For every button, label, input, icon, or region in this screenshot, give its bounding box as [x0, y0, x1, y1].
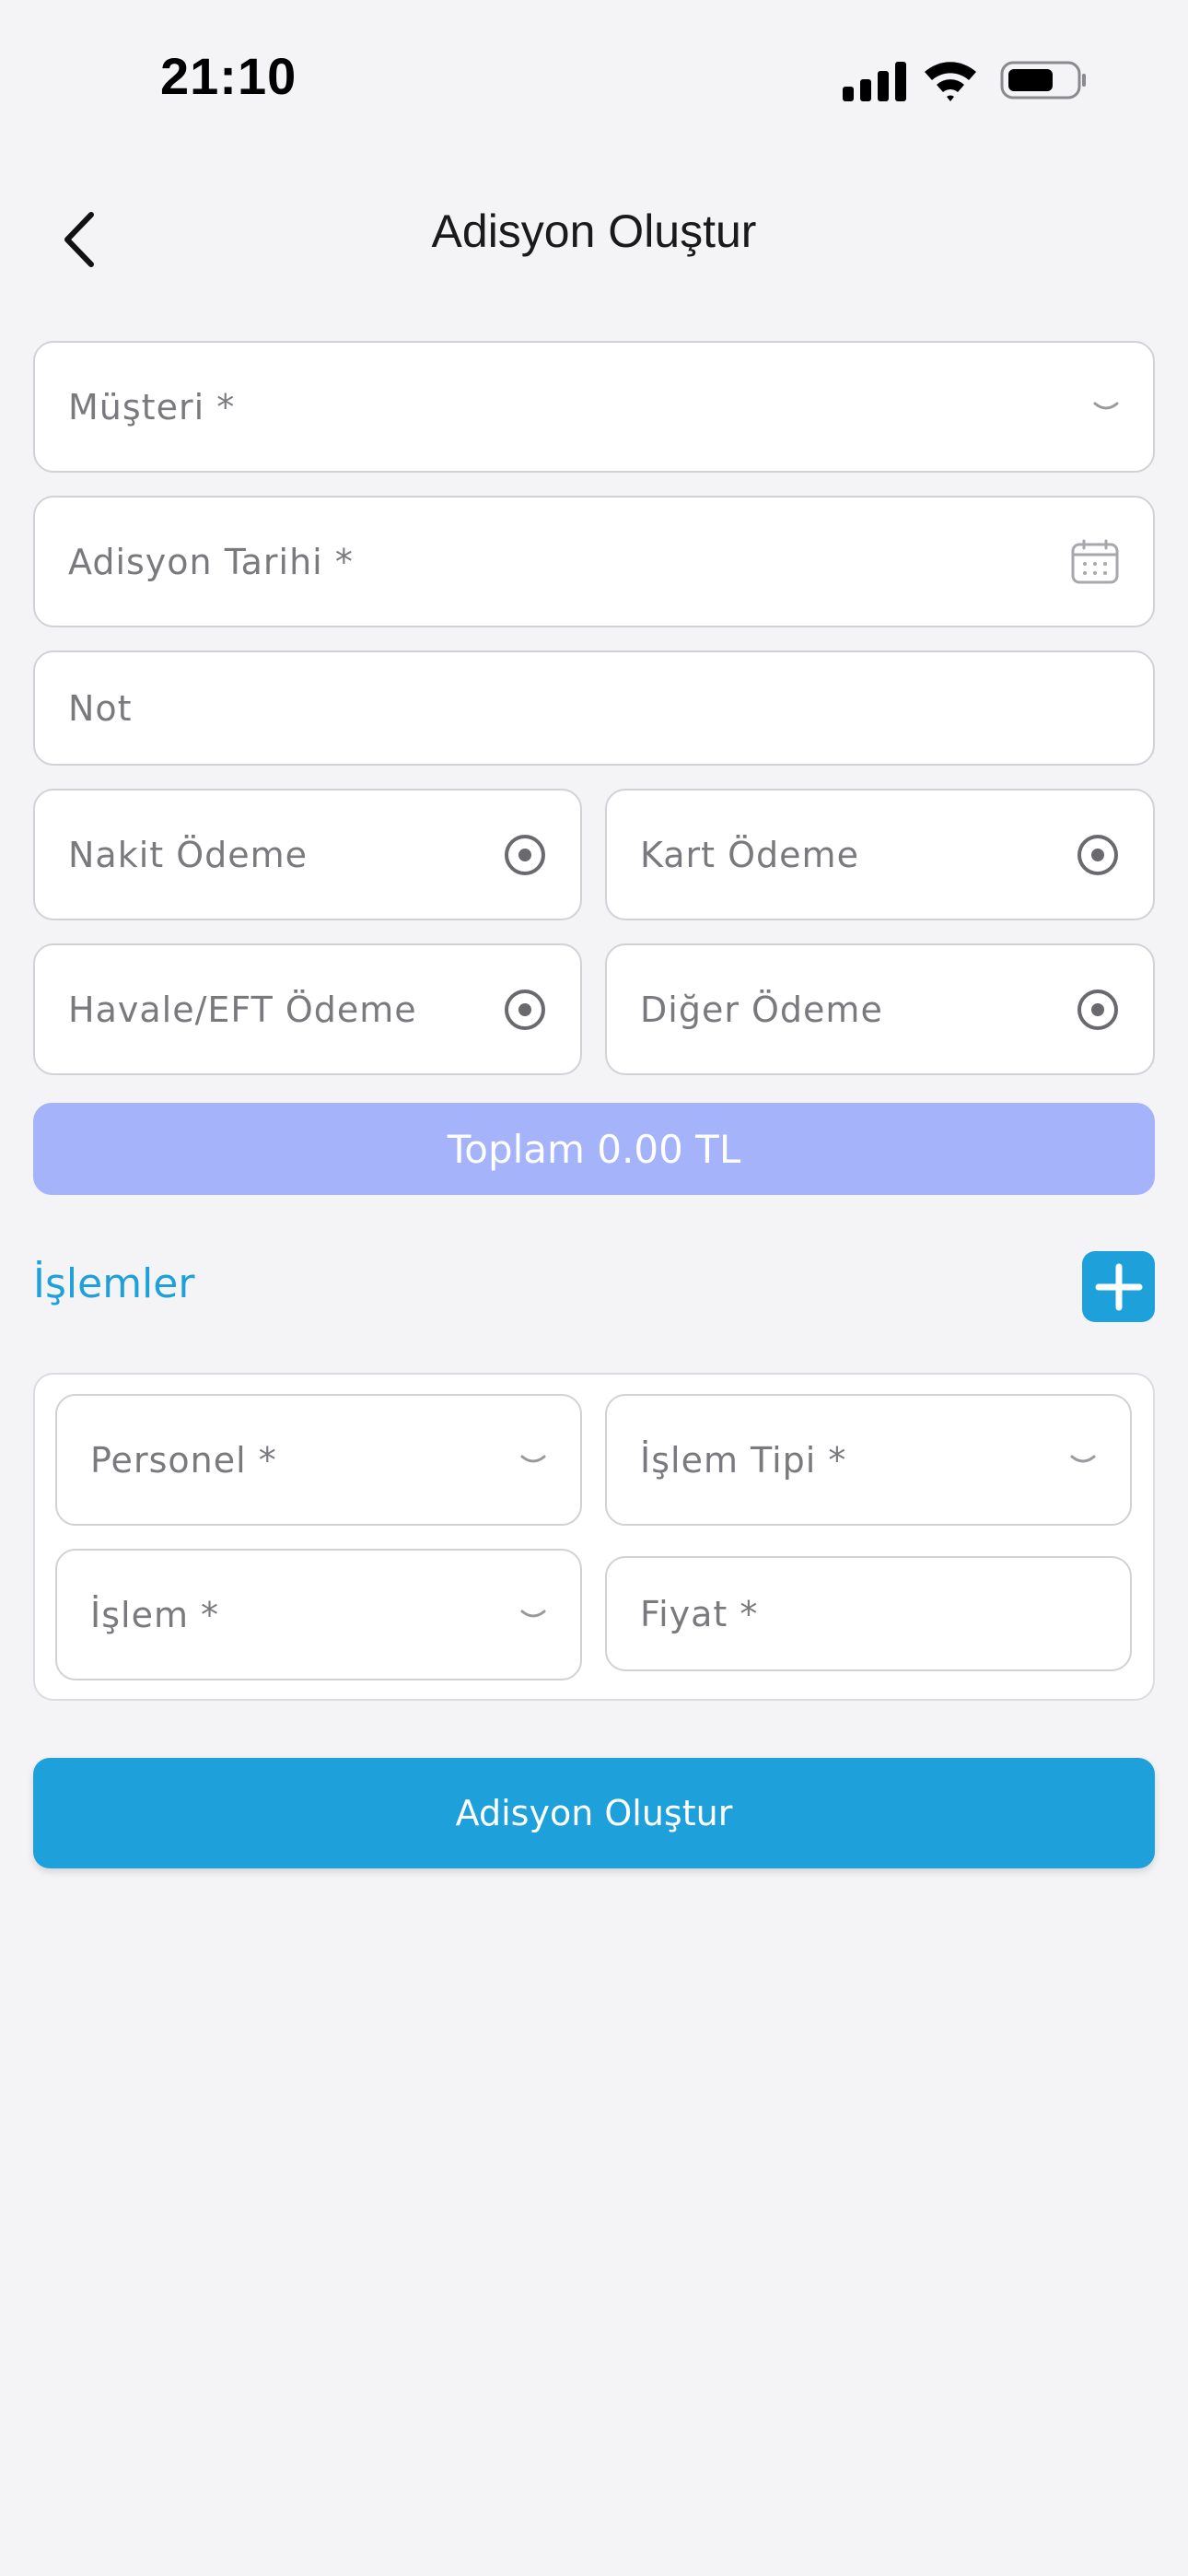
staff-select[interactable]: Personel * [55, 1394, 582, 1526]
wifi-icon [925, 62, 976, 101]
other-payment-label: Diğer Ödeme [640, 989, 883, 1030]
add-operation-button[interactable] [1082, 1251, 1155, 1322]
card-payment-label: Kart Ödeme [640, 834, 859, 875]
other-payment-field[interactable]: Diğer Ödeme [605, 943, 1155, 1075]
chevron-down-icon [519, 1453, 547, 1468]
cash-payment-field[interactable]: Nakit Ödeme [33, 789, 582, 920]
status-bar: 21:10 [0, 0, 1188, 157]
total-bar: Toplam 0.00 TL [33, 1103, 1155, 1195]
plus-icon [1095, 1263, 1142, 1310]
price-placeholder: Fiyat * [640, 1593, 759, 1634]
total-text: Toplam 0.00 TL [447, 1126, 741, 1172]
price-field[interactable]: Fiyat * [605, 1556, 1132, 1671]
transfer-payment-field[interactable]: Havale/EFT Ödeme [33, 943, 582, 1075]
date-field[interactable]: Adisyon Tarihi * [33, 496, 1155, 627]
transfer-payment-label: Havale/EFT Ödeme [68, 989, 417, 1030]
radio-target-icon [1076, 988, 1120, 1032]
operation-type-select[interactable]: İşlem Tipi * [605, 1394, 1132, 1526]
status-icons [838, 55, 1087, 105]
create-bill-button[interactable]: Adisyon Oluştur [33, 1758, 1155, 1868]
battery-icon [1000, 61, 1086, 100]
operation-type-placeholder: İşlem Tipi * [640, 1439, 847, 1481]
note-placeholder: Not [68, 687, 133, 729]
chevron-down-icon [1069, 1453, 1097, 1468]
radio-target-icon [503, 833, 547, 877]
create-bill-label: Adisyon Oluştur [455, 1793, 733, 1833]
calendar-icon [1070, 539, 1120, 585]
chevron-down-icon [1092, 400, 1120, 415]
radio-target-icon [503, 988, 547, 1032]
operation-select[interactable]: İşlem * [55, 1549, 582, 1680]
card-payment-field[interactable]: Kart Ödeme [605, 789, 1155, 920]
note-field[interactable]: Not [33, 650, 1155, 766]
date-placeholder: Adisyon Tarihi * [68, 541, 354, 582]
operation-placeholder: İşlem * [90, 1594, 220, 1635]
operations-title: İşlemler [33, 1260, 195, 1307]
chevron-down-icon [519, 1608, 547, 1622]
cash-payment-label: Nakit Ödeme [68, 834, 309, 875]
signal-icon [843, 62, 906, 101]
status-time: 21:10 [160, 47, 297, 105]
customer-select[interactable]: Müşteri * [33, 341, 1155, 473]
customer-placeholder: Müşteri * [68, 386, 236, 427]
staff-placeholder: Personel * [90, 1439, 277, 1481]
radio-target-icon [1076, 833, 1120, 877]
page-title: Adisyon Oluştur [431, 205, 757, 257]
